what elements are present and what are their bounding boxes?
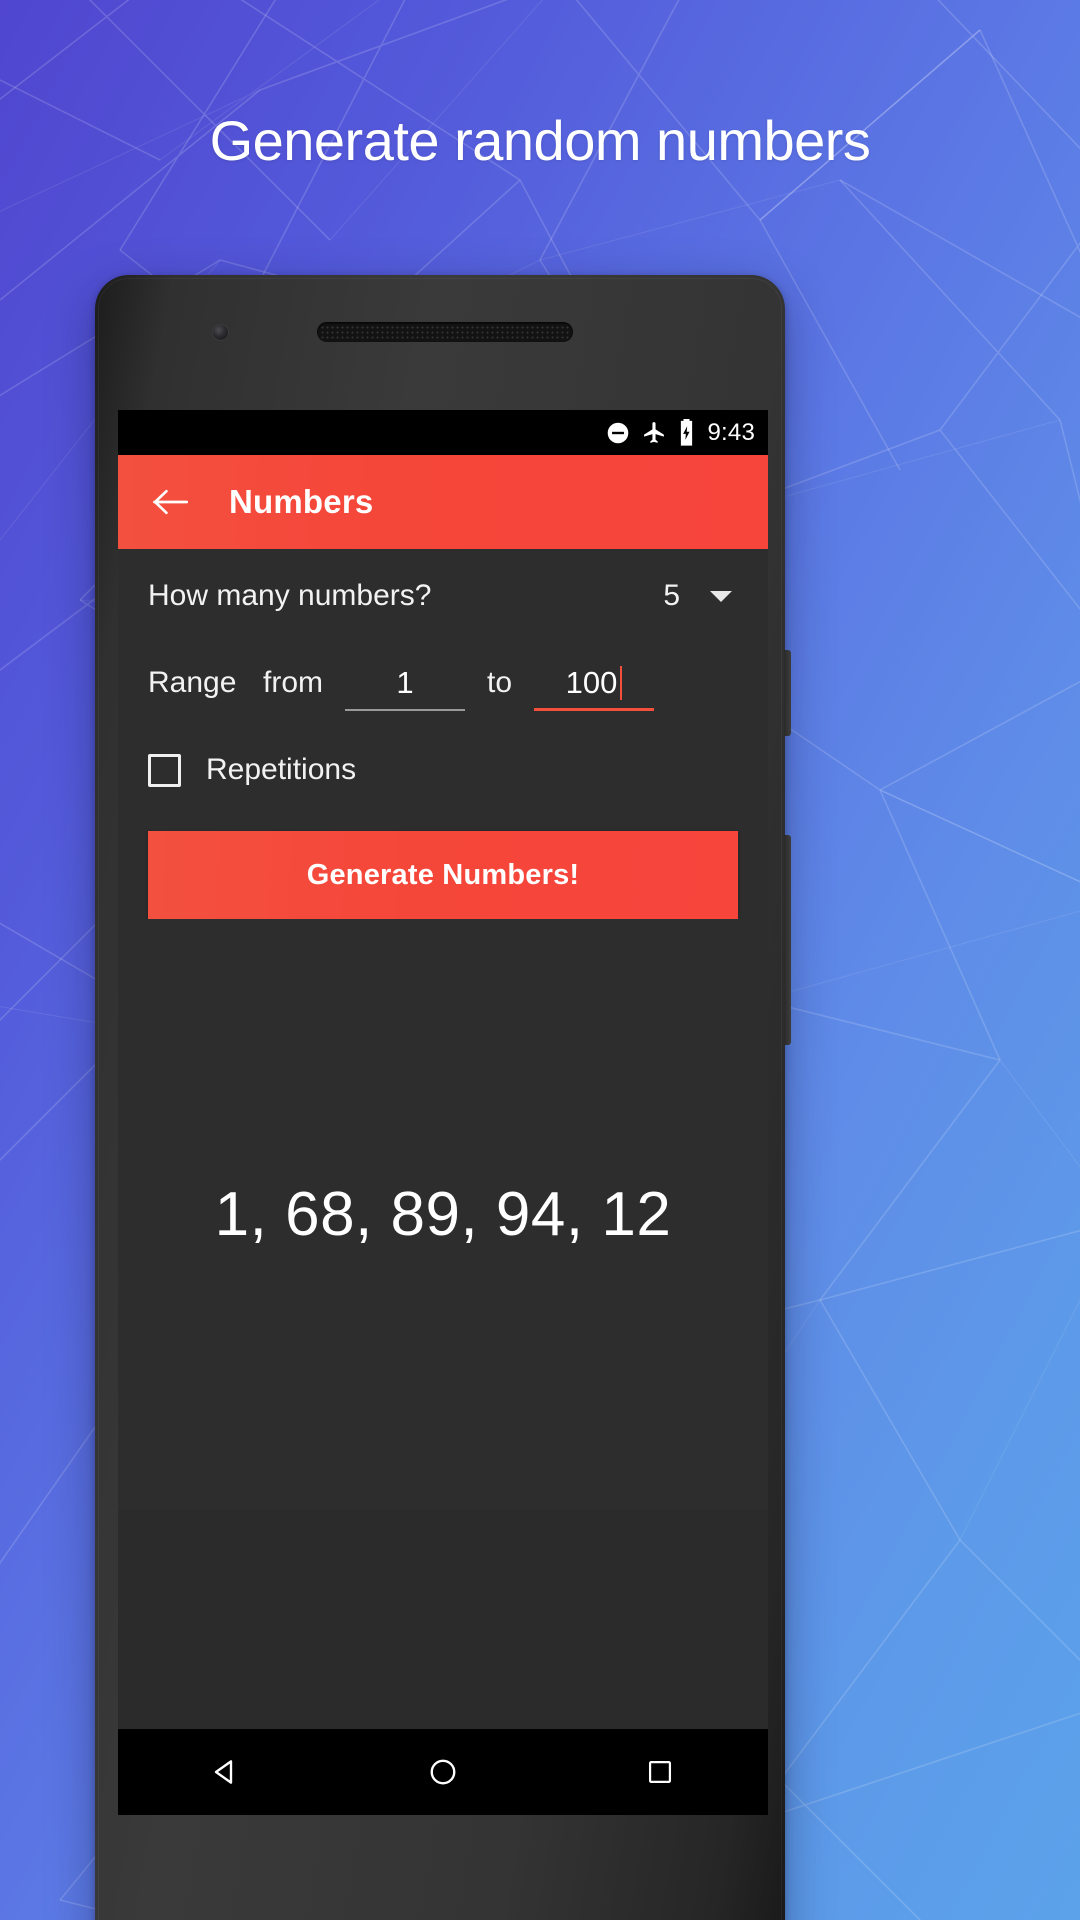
nav-back-icon[interactable] bbox=[181, 1729, 271, 1815]
phone-volume-button[interactable] bbox=[784, 835, 791, 1045]
count-dropdown[interactable]: 5 bbox=[663, 579, 738, 613]
nav-home-icon[interactable] bbox=[398, 1729, 488, 1815]
generated-numbers-text: 1, 68, 89, 94, 12 bbox=[214, 1179, 672, 1249]
row-repetitions: Repetitions bbox=[148, 723, 738, 817]
range-from-value: 1 bbox=[396, 665, 414, 700]
count-dropdown-value: 5 bbox=[663, 579, 680, 612]
range-to-underline bbox=[534, 708, 655, 711]
airplane-mode-icon bbox=[642, 420, 667, 445]
range-from-label: from bbox=[263, 666, 323, 699]
settings-form: How many numbers? 5 Range from 1 to 100 bbox=[118, 549, 768, 919]
android-nav-bar bbox=[118, 1729, 768, 1815]
range-to-value: 100 bbox=[565, 665, 618, 700]
row-how-many-numbers: How many numbers? 5 bbox=[148, 549, 738, 643]
status-bar-clock: 9:43 bbox=[707, 418, 755, 446]
how-many-numbers-label: How many numbers? bbox=[148, 579, 432, 612]
phone-power-button[interactable] bbox=[784, 650, 791, 736]
range-to-input[interactable]: 100 bbox=[534, 655, 655, 711]
earpiece-speaker-icon bbox=[317, 322, 573, 342]
range-from-input[interactable]: 1 bbox=[345, 655, 465, 711]
result-area: 1, 68, 89, 94, 12 bbox=[118, 919, 768, 1509]
repetitions-label: Repetitions bbox=[206, 753, 357, 786]
do-not-disturb-icon bbox=[605, 420, 631, 446]
page-title: Numbers bbox=[229, 483, 374, 520]
repetitions-checkbox[interactable] bbox=[148, 753, 181, 787]
range-to-label: to bbox=[487, 666, 513, 699]
phone-mockup: 9:43 Numbers How many numbers? 5 Range f… bbox=[95, 275, 791, 1920]
battery-charging-icon bbox=[678, 419, 695, 446]
promo-headline: Generate random numbers bbox=[209, 109, 871, 172]
chevron-down-icon bbox=[710, 590, 732, 602]
range-label: Range bbox=[148, 666, 237, 699]
range-from-underline bbox=[345, 709, 465, 711]
phone-screen: 9:43 Numbers How many numbers? 5 Range f… bbox=[118, 410, 768, 1815]
row-range: Range from 1 to 100 bbox=[148, 643, 738, 723]
generate-numbers-button[interactable]: Generate Numbers! bbox=[148, 831, 738, 919]
back-arrow-icon[interactable] bbox=[150, 482, 190, 522]
front-camera-icon bbox=[213, 325, 228, 340]
text-cursor-icon bbox=[620, 666, 623, 700]
status-bar: 9:43 bbox=[118, 410, 768, 455]
app-bar: Numbers bbox=[118, 455, 768, 549]
nav-recents-icon[interactable] bbox=[615, 1729, 705, 1815]
